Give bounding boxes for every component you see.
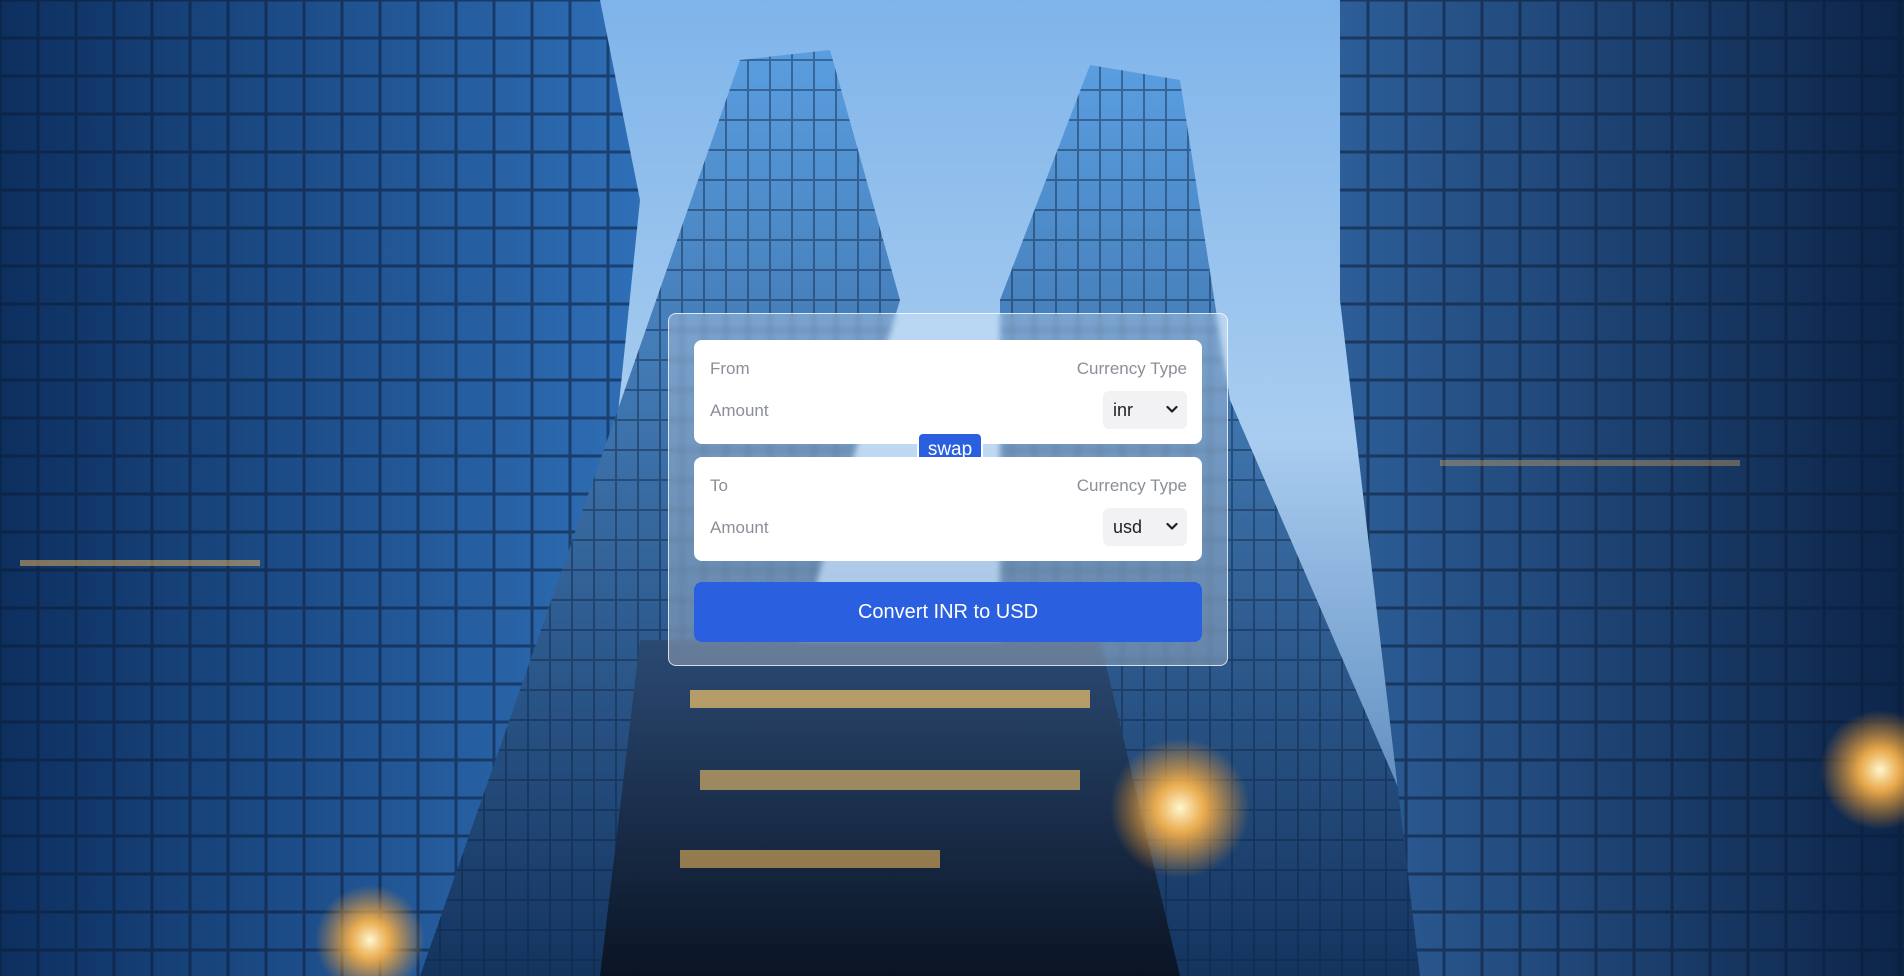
- chevron-down-icon: [1166, 522, 1178, 530]
- page: From Currency Type Amount inr swap To Cu…: [0, 0, 1904, 976]
- to-currency-select[interactable]: usd: [1103, 508, 1187, 546]
- from-currency-type-label: Currency Type: [1076, 359, 1187, 378]
- chevron-down-icon: [1166, 405, 1178, 413]
- from-currency-value: inr: [1113, 400, 1134, 420]
- to-currency-value: usd: [1113, 517, 1143, 537]
- to-panel: To Currency Type Amount usd: [694, 457, 1202, 561]
- to-label: To: [710, 476, 728, 495]
- from-label: From: [710, 359, 750, 378]
- to-amount-input[interactable]: Amount: [710, 518, 769, 538]
- convert-button[interactable]: Convert INR to USD: [694, 582, 1202, 642]
- currency-converter-card: From Currency Type Amount inr swap To Cu…: [668, 313, 1228, 666]
- from-amount-input[interactable]: Amount: [710, 401, 769, 421]
- from-panel: From Currency Type Amount inr: [694, 340, 1202, 444]
- from-currency-select[interactable]: inr: [1103, 391, 1187, 429]
- to-currency-type-label: Currency Type: [1076, 476, 1187, 495]
